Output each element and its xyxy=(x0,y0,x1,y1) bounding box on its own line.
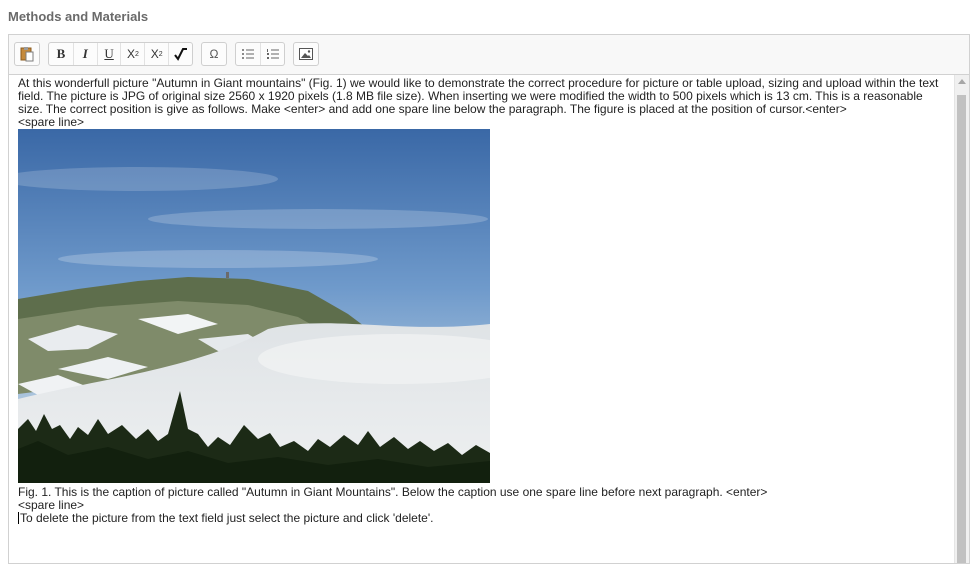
italic-button[interactable]: I xyxy=(72,43,97,65)
numbered-list-icon[interactable] xyxy=(260,43,284,65)
figure-image[interactable] xyxy=(18,129,490,483)
bold-button[interactable]: B xyxy=(49,43,73,65)
editor-toolbar: B I U X2 X2 Ω xyxy=(9,35,969,75)
list-group xyxy=(235,42,285,66)
spare-line: <spare line> xyxy=(18,115,85,129)
body-paragraph: At this wonderfull picture "Autumn in Gi… xyxy=(18,76,939,116)
vertical-scrollbar[interactable] xyxy=(954,75,969,563)
mountain-photo xyxy=(18,129,490,483)
paste-icon[interactable] xyxy=(15,43,39,65)
last-line-row: To delete the picture from the text fiel… xyxy=(18,512,955,525)
scroll-up-arrow-icon[interactable] xyxy=(958,79,966,84)
image-icon[interactable] xyxy=(294,43,318,65)
superscript-button[interactable]: X2 xyxy=(144,43,168,65)
section-title: Methods and Materials xyxy=(8,9,149,24)
editor-content[interactable]: At this wonderfull picture "Autumn in Gi… xyxy=(9,75,955,563)
scroll-thumb[interactable] xyxy=(957,95,966,563)
bullet-list-icon[interactable] xyxy=(236,43,260,65)
image-group xyxy=(293,42,319,66)
delete-instruction: To delete the picture from the text fiel… xyxy=(20,511,434,525)
figure-caption: Fig. 1. This is the caption of picture c… xyxy=(18,485,768,499)
rich-text-editor[interactable]: B I U X2 X2 Ω At this wonderfull picture… xyxy=(8,34,970,564)
paste-group xyxy=(14,42,40,66)
subscript-button[interactable]: X2 xyxy=(120,43,144,65)
math-icon[interactable] xyxy=(168,43,192,65)
text-cursor xyxy=(18,512,19,524)
underline-button[interactable]: U xyxy=(96,43,121,65)
format-group: B I U X2 X2 xyxy=(48,42,193,66)
special-group: Ω xyxy=(201,42,227,66)
special-char-button[interactable]: Ω xyxy=(202,43,226,65)
